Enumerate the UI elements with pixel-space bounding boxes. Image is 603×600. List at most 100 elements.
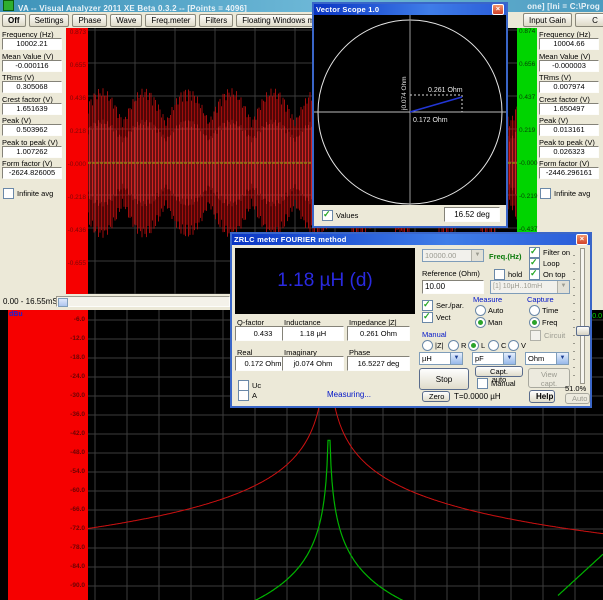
gain-slider-track — [580, 248, 585, 384]
toolbar-button-off[interactable]: Off — [2, 14, 26, 27]
scale-tick: -6.0 — [74, 317, 85, 323]
field-value: 0.013161 — [539, 124, 599, 136]
phase-degrees-display: 16.52 deg — [444, 207, 500, 222]
manual-capture-checkbox[interactable]: Manual — [477, 378, 516, 389]
ser-par-checkbox[interactable]: Ser./par. — [422, 300, 464, 311]
scale-tick: -66.0 — [70, 507, 85, 513]
vect-checkbox[interactable]: Vect — [422, 312, 451, 323]
manual-v-radio[interactable]: V — [508, 340, 526, 351]
toolbar-button-freq-meter[interactable]: Freq.meter — [145, 14, 196, 27]
reference-ohm-label: Reference (Ohm) — [422, 269, 480, 278]
manual-l-radio[interactable]: L — [468, 340, 485, 351]
radio-circle — [475, 305, 486, 316]
scale-tick: 0.656 — [519, 62, 535, 68]
zero-button[interactable]: Zero — [422, 391, 450, 402]
phase-value: 16.5227 deg — [347, 356, 410, 371]
circuit-checkbox[interactable]: Circuit — [530, 330, 565, 341]
gain-slider[interactable] — [573, 248, 589, 382]
field-value: 10002.21 — [2, 38, 62, 50]
toolbar-button-filters[interactable]: Filters — [199, 14, 233, 27]
scale-tick: -84.0 — [70, 564, 85, 570]
auto-gain-button[interactable]: Auto — [565, 393, 590, 404]
scale-tick: -48.0 — [70, 450, 85, 456]
clipped-right-button[interactable]: C — [575, 13, 603, 27]
a-checkbox[interactable]: A — [238, 390, 257, 401]
on-top-checkbox[interactable]: On top — [529, 269, 566, 280]
scale-tick: 0.655 — [70, 63, 86, 69]
inductance-unit-combo[interactable]: µH▼ — [419, 352, 463, 365]
impedance-magnitude-label: 0.261 Ohm — [428, 87, 463, 94]
zrlc-title-bar[interactable]: ZRLC meter FOURIER method × — [232, 234, 590, 245]
app-title-right: one] [Ini = C:\Prog — [527, 2, 600, 11]
time-range-label: 0.00 - 16.55mS — [3, 297, 58, 306]
toolbar-button-settings[interactable]: Settings — [29, 14, 70, 27]
main-toolbar: OffSettingsPhaseWaveFreq.meterFiltersFlo… — [0, 12, 603, 28]
checkbox-box — [322, 210, 333, 221]
time-scrollbar-thumb[interactable] — [58, 298, 68, 307]
scale-tick: -0.219 — [519, 194, 537, 200]
vector-scope-title-bar[interactable]: Vector Scope 1.0 × — [314, 4, 506, 15]
zrlc-window: ZRLC meter FOURIER method × 1.18 µH (d) … — [230, 232, 592, 408]
infinite-avg-checkbox-right[interactable]: Infinite avg — [540, 188, 590, 199]
manual-c-radio[interactable]: C — [488, 340, 506, 351]
radio-circle — [475, 317, 486, 328]
help-button[interactable]: Help — [529, 390, 555, 403]
checkbox-box — [238, 390, 249, 401]
close-icon[interactable]: × — [492, 4, 504, 15]
capture-group-label: Capture — [527, 295, 554, 304]
scope-right-scale: 0.8740.6560.4370.219-0.000-0.219-0.437 — [517, 28, 537, 232]
resistance-unit-combo[interactable]: Ohm▼ — [525, 352, 569, 365]
measure-group-label: Measure — [473, 295, 502, 304]
radio-circle — [468, 340, 479, 351]
field-value: 1.650497 — [539, 103, 599, 115]
radio-circle — [422, 340, 433, 351]
capt-auto-button[interactable]: Capt. auto — [475, 366, 523, 377]
time-scrollbar[interactable] — [56, 296, 230, 307]
radio-circle — [529, 305, 540, 316]
gain-slider-thumb[interactable] — [576, 326, 590, 336]
hold-checkbox[interactable]: hold — [494, 269, 522, 280]
capture-freq-radio[interactable]: Freq — [529, 317, 557, 328]
zrlc-lcd-value: 1.18 µH (d) — [277, 270, 372, 292]
range-combo[interactable]: [1] 10µH..10mH▼ — [490, 280, 570, 294]
scale-tick: -0.655 — [68, 261, 86, 267]
manual-z-radio[interactable]: |Z| — [422, 340, 443, 351]
scale-tick: -30.0 — [70, 393, 85, 399]
field-value: 0.026323 — [539, 146, 599, 158]
input-gain-button[interactable]: Input Gain — [523, 13, 572, 27]
toolbar-button-phase[interactable]: Phase — [72, 14, 107, 27]
chevron-down-icon: ▼ — [471, 250, 483, 261]
measuring-status: Measuring... — [327, 390, 371, 399]
spectrum-unit-label: dBu — [9, 311, 23, 318]
checkbox-box — [530, 330, 541, 341]
reference-value-input[interactable]: 10.00 — [422, 280, 484, 294]
zrlc-title: ZRLC meter FOURIER method — [234, 235, 347, 244]
scale-tick: -18.0 — [70, 355, 85, 361]
measure-man-radio[interactable]: Man — [475, 317, 503, 328]
radio-circle — [529, 317, 540, 328]
screen: { "window": { "title_left": "VA -- Visua… — [0, 0, 603, 600]
field-value: -2624.826005 — [2, 167, 62, 179]
view-capt-button[interactable]: View capt. — [528, 368, 570, 388]
stop-button[interactable]: Stop — [419, 368, 469, 390]
checkbox-box — [3, 188, 14, 199]
capacitance-unit-combo[interactable]: pF▼ — [472, 352, 516, 365]
freq-hz-label: Freq.(Hz) — [489, 252, 522, 261]
scale-tick: -90.0 — [70, 583, 85, 589]
manual-r-radio[interactable]: R — [448, 340, 466, 351]
toolbar-button-wave[interactable]: Wave — [110, 14, 142, 27]
frequency-combo[interactable]: 10000.00▼ — [422, 249, 484, 262]
values-checkbox[interactable]: Values — [322, 210, 358, 221]
capture-time-radio[interactable]: Time — [529, 305, 558, 316]
zrlc-lcd-display: 1.18 µH (d) — [235, 248, 415, 314]
scale-tick: -0.218 — [68, 195, 86, 201]
vector-scope-plot: 0.261 Ohm 0.172 Ohm j0.074 Ohm — [314, 15, 506, 205]
infinite-avg-checkbox-left[interactable]: Infinite avg — [3, 188, 53, 199]
main-title-bar[interactable]: VA -- Visual Analyzer 2011 XE Beta 0.3.2… — [0, 0, 603, 12]
field-value: -0.000003 — [539, 60, 599, 72]
scale-tick: 0.437 — [519, 95, 535, 101]
checkbox-box — [494, 269, 505, 280]
close-icon[interactable]: × — [576, 234, 588, 245]
measure-auto-radio[interactable]: Auto — [475, 305, 503, 316]
scale-tick: -42.0 — [70, 431, 85, 437]
